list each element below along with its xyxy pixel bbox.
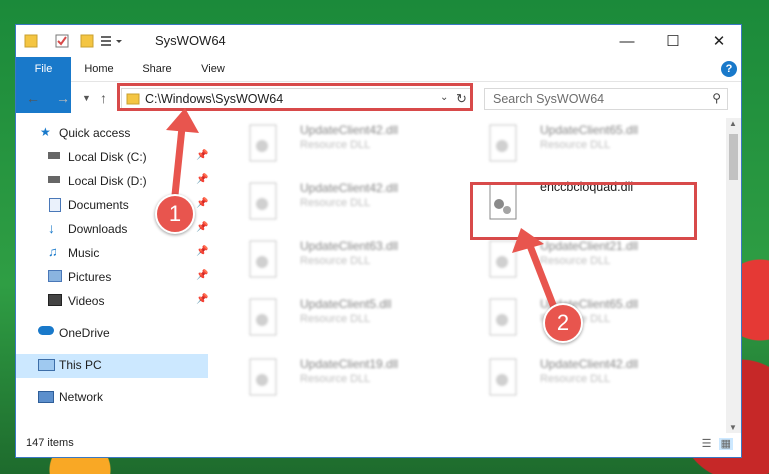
step-2-badge: 2 xyxy=(543,303,583,343)
annotation-arrows xyxy=(166,108,559,312)
step-1-badge: 1 xyxy=(155,194,195,234)
